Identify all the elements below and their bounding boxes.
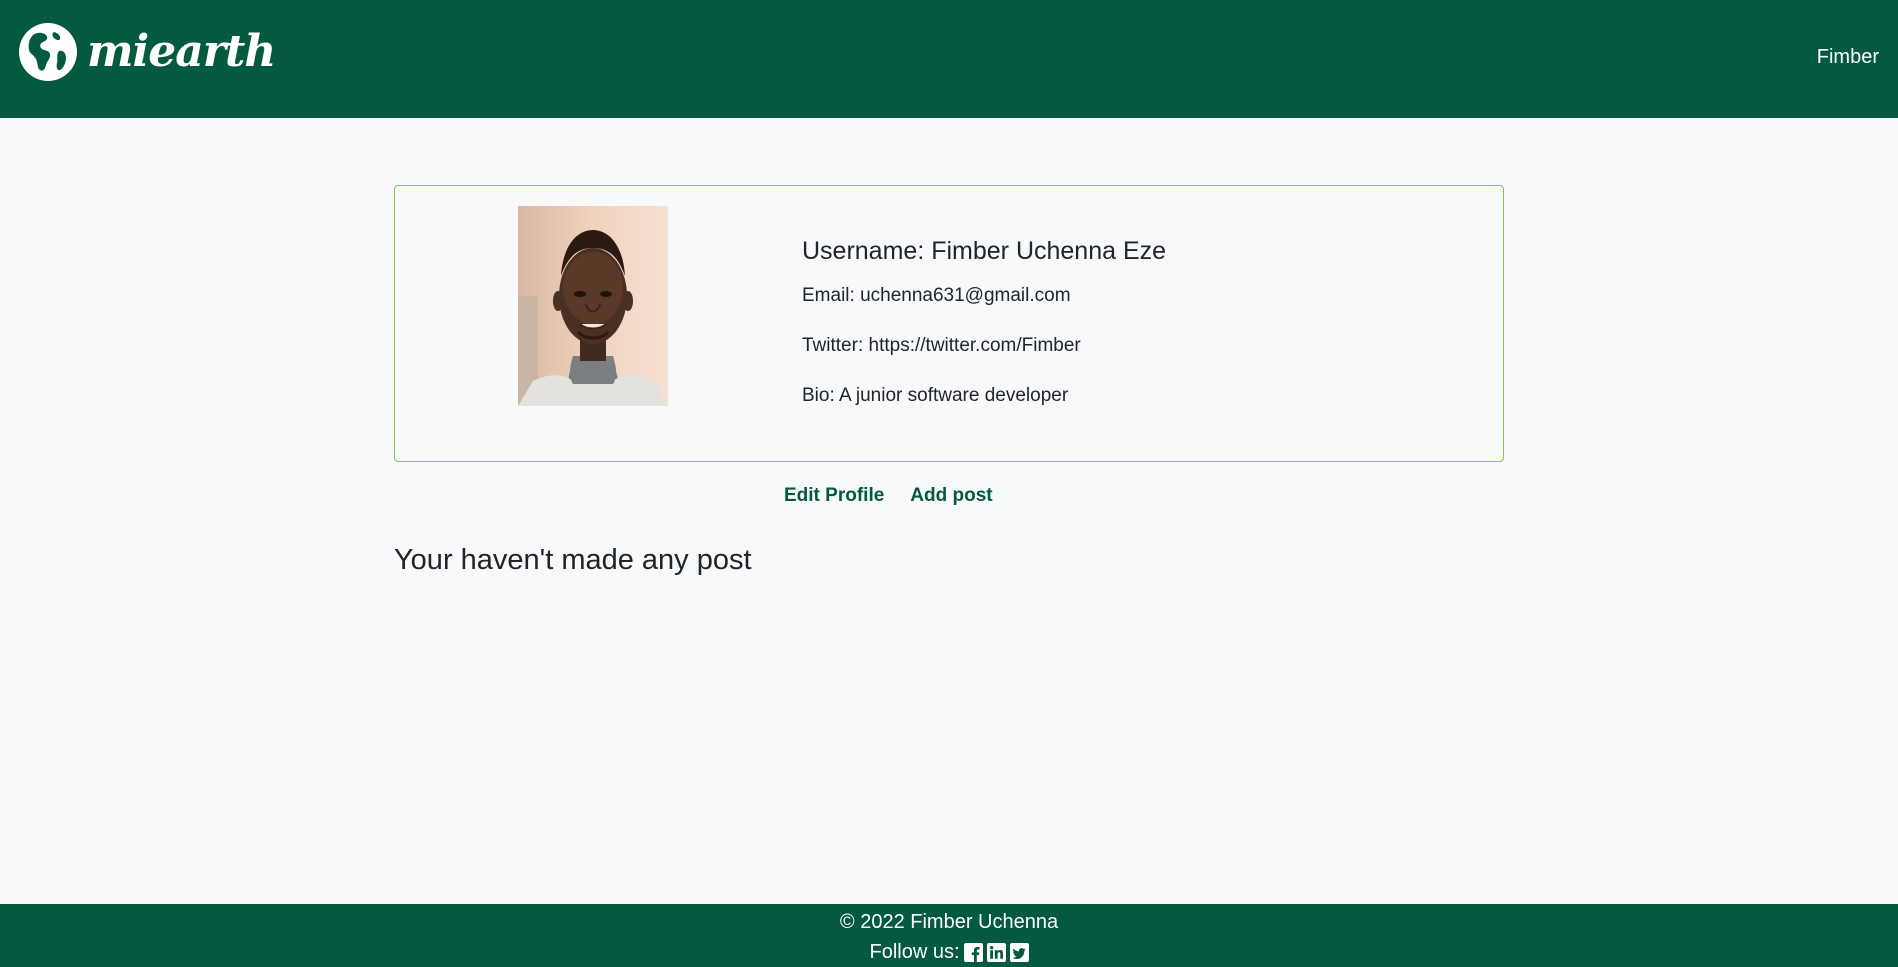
- profile-twitter: Twitter: https://twitter.com/Fimber: [802, 334, 1081, 356]
- profile-card: Username: Fimber Uchenna Eze Email: uche…: [394, 185, 1504, 462]
- footer: © 2022 Fimber Uchenna Follow us:: [0, 904, 1898, 967]
- profile-actions: Edit Profile Add post: [784, 485, 993, 507]
- profile-email: Email: uchenna631@gmail.com: [802, 285, 1071, 306]
- profile-bio: Bio: A junior software developer: [802, 384, 1069, 406]
- facebook-icon[interactable]: [963, 942, 983, 962]
- brand-name: miearth: [87, 26, 276, 77]
- twitter-icon[interactable]: [1009, 942, 1029, 962]
- profile-avatar: [518, 206, 668, 406]
- profile-info: Username: Fimber Uchenna Eze Email: uche…: [802, 236, 1166, 433]
- footer-copyright: © 2022 Fimber Uchenna: [839, 911, 1059, 933]
- no-posts-message: Your haven't made any post: [394, 544, 752, 576]
- globe-logo-icon: [19, 23, 77, 81]
- edit-profile-link[interactable]: Edit Profile: [784, 485, 884, 507]
- profile-username: Username: Fimber Uchenna Eze: [802, 237, 1167, 265]
- nav-user-link[interactable]: Fimber: [1817, 46, 1879, 69]
- add-post-link[interactable]: Add post: [910, 485, 992, 507]
- footer-follow: Follow us:: [869, 937, 1029, 967]
- follow-label: Follow us:: [869, 941, 960, 963]
- linkedin-icon[interactable]: [986, 942, 1006, 962]
- top-navbar: miearth Fimber: [0, 0, 1898, 118]
- brand-link[interactable]: miearth: [19, 23, 276, 81]
